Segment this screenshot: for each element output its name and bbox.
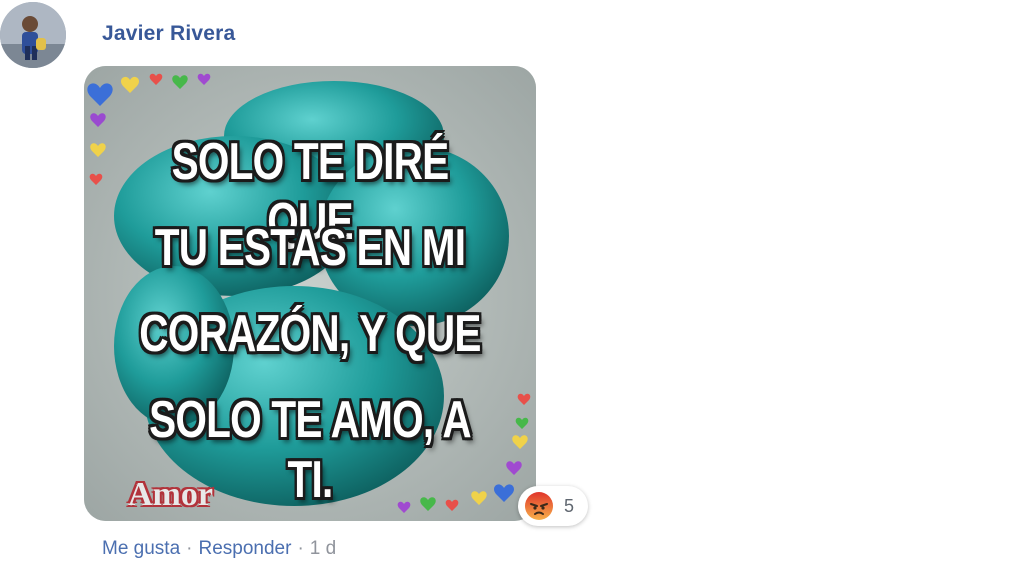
comment-author[interactable]: Javier Rivera bbox=[102, 22, 235, 46]
like-link[interactable]: Me gusta bbox=[102, 538, 180, 560]
reply-link[interactable]: Responder bbox=[198, 538, 291, 560]
separator: · bbox=[186, 538, 193, 559]
comment-timestamp[interactable]: 1 d bbox=[310, 538, 336, 560]
comment: Javier Rivera SOLO TE DIRÉ QUE TU ESTAS … bbox=[0, 0, 1024, 588]
profile-photo-icon bbox=[0, 2, 66, 68]
image-caption: SOLO TE DIRÉ QUE TU ESTAS EN MI CORAZÓN,… bbox=[84, 66, 536, 521]
avatar[interactable] bbox=[0, 2, 66, 68]
angry-reaction-icon bbox=[525, 492, 553, 520]
comment-actions: Me gusta · Responder · 1 d bbox=[102, 538, 336, 560]
caption-line-2: TU ESTAS EN MI bbox=[154, 219, 466, 277]
separator: · bbox=[297, 538, 304, 559]
image-watermark: Amor bbox=[128, 476, 213, 513]
caption-line-3: CORAZÓN, Y QUE bbox=[139, 305, 481, 363]
reaction-count: 5 bbox=[564, 496, 575, 516]
reaction-summary[interactable]: 5 bbox=[518, 486, 588, 526]
comment-image[interactable]: SOLO TE DIRÉ QUE TU ESTAS EN MI CORAZÓN,… bbox=[84, 66, 536, 521]
